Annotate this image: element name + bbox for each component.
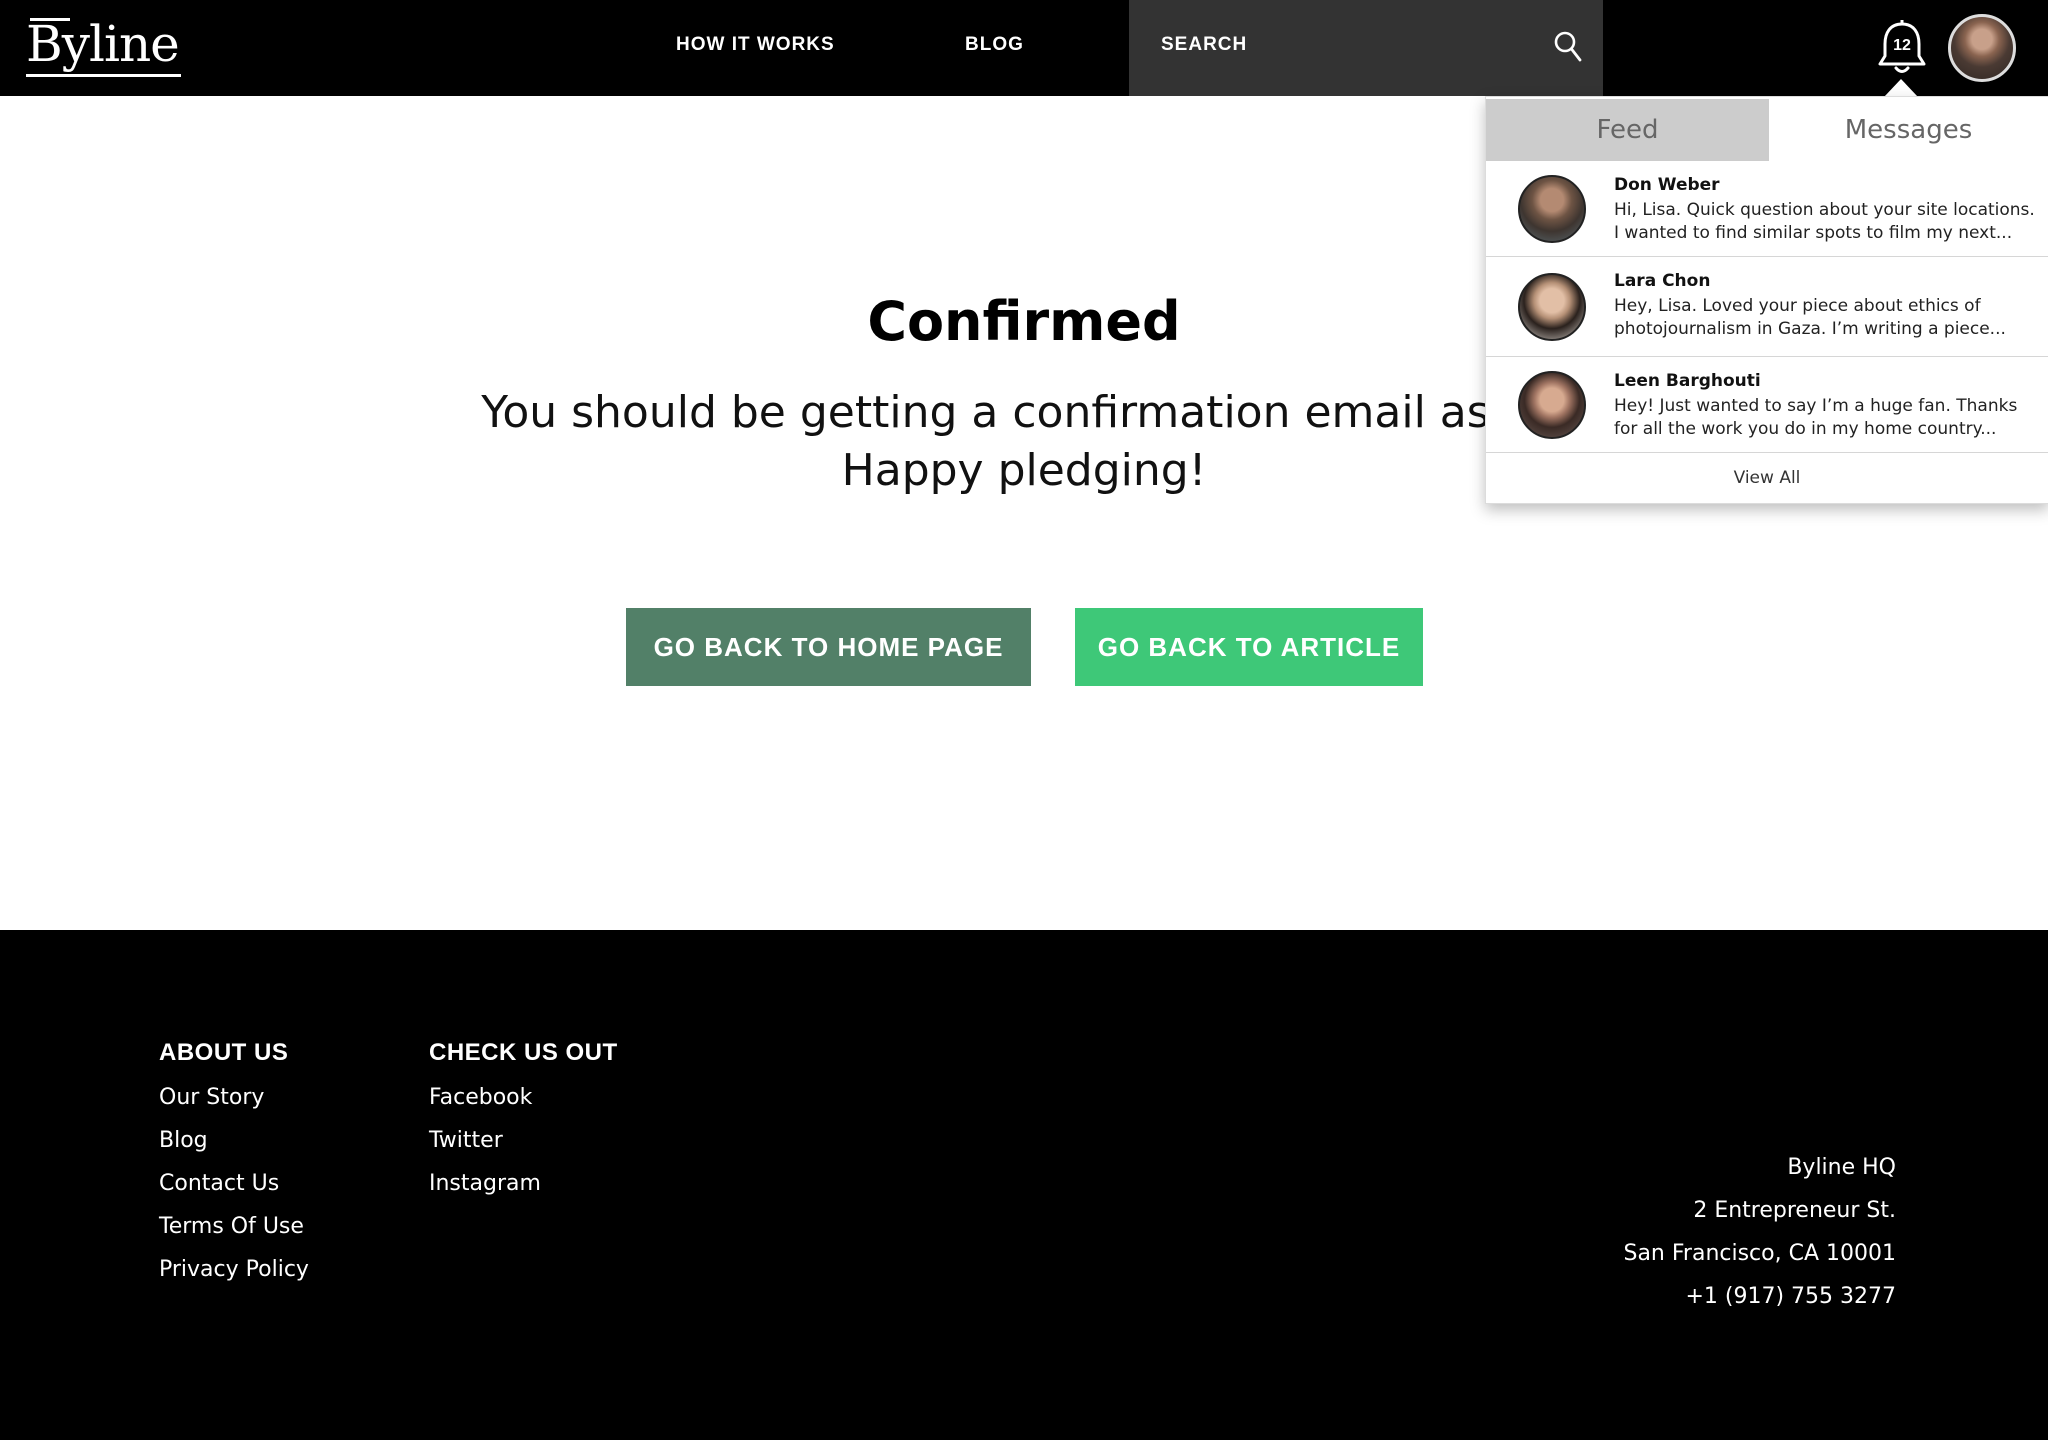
search-placeholder: SEARCH xyxy=(1161,34,1248,55)
message-preview: Hi, Lisa. Quick question about your site… xyxy=(1614,199,2035,245)
message-preview: Hey, Lisa. Loved your piece about ethics… xyxy=(1614,295,2034,341)
sender-avatar xyxy=(1518,371,1586,439)
footer-address: Byline HQ 2 Entrepreneur St. San Francis… xyxy=(1623,1146,1896,1318)
go-back-home-button[interactable]: GO BACK TO HOME PAGE xyxy=(626,608,1031,686)
confirmation-message-line1: You should be getting a confirmation ema… xyxy=(481,387,1567,438)
footer-link-instagram[interactable]: Instagram xyxy=(429,1162,618,1205)
footer-link-our-story[interactable]: Our Story xyxy=(159,1076,309,1119)
dropdown-tabs: Feed Messages xyxy=(1486,99,2048,161)
message-item[interactable]: Leen Barghouti Hey! Just wanted to say I… xyxy=(1486,357,2048,453)
footer-about-column: ABOUT US Our Story Blog Contact Us Terms… xyxy=(159,1030,309,1291)
message-preview-line: Hey, Lisa. Loved your piece about ethics… xyxy=(1614,296,1981,316)
message-preview: Hey! Just wanted to say I’m a huge fan. … xyxy=(1614,395,2034,441)
message-preview-line: photojournalism in Gaza. I’m writing a p… xyxy=(1614,319,2006,339)
nav-how-it-works[interactable]: HOW IT WORKS xyxy=(676,34,835,56)
message-item[interactable]: Don Weber Hi, Lisa. Quick question about… xyxy=(1486,161,2048,257)
phone-number: +1 (917) 755 3277 xyxy=(1685,1284,1896,1309)
message-preview-line: Hi, Lisa. Quick question about your site… xyxy=(1614,200,2035,220)
message-preview-line: I wanted to find similar spots to film m… xyxy=(1614,223,2013,243)
footer-link-twitter[interactable]: Twitter xyxy=(429,1119,618,1162)
byline-logo[interactable]: Byline xyxy=(26,14,181,77)
address-line: 2 Entrepreneur St. xyxy=(1693,1198,1896,1223)
footer-link-terms[interactable]: Terms Of Use xyxy=(159,1205,309,1248)
nav-blog[interactable]: BLOG xyxy=(965,34,1024,56)
confirmation-message-line2: Happy pledging! xyxy=(841,445,1207,496)
address-line: San Francisco, CA 10001 xyxy=(1623,1241,1896,1266)
notifications-dropdown: Feed Messages Don Weber Hi, Lisa. Quick … xyxy=(1485,96,2048,504)
dropdown-caret xyxy=(1884,79,1918,97)
footer-social-column: CHECK US OUT Facebook Twitter Instagram xyxy=(429,1030,618,1205)
footer-link-facebook[interactable]: Facebook xyxy=(429,1076,618,1119)
footer-link-contact-us[interactable]: Contact Us xyxy=(159,1162,309,1205)
top-nav-bar: Byline HOW IT WORKS BLOG SEARCH 12 xyxy=(0,0,2048,96)
user-avatar[interactable] xyxy=(1948,14,2016,82)
confirmation-message: You should be getting a confirmation ema… xyxy=(414,384,1634,500)
footer: ABOUT US Our Story Blog Contact Us Terms… xyxy=(0,930,2048,1440)
sender-name: Don Weber xyxy=(1614,175,1720,195)
notifications-button[interactable]: 12 xyxy=(1876,20,1928,78)
view-all-link[interactable]: View All xyxy=(1486,453,2048,503)
search-input[interactable]: SEARCH xyxy=(1129,0,1603,96)
search-icon[interactable] xyxy=(1553,30,1583,64)
sender-name: Leen Barghouti xyxy=(1614,371,1761,391)
message-preview-line: for all the work you do in my home count… xyxy=(1614,419,1997,439)
tab-feed[interactable]: Feed xyxy=(1486,99,1769,161)
go-back-article-button[interactable]: GO BACK TO ARTICLE xyxy=(1075,608,1423,686)
footer-heading-about: ABOUT US xyxy=(159,1039,289,1066)
sender-avatar xyxy=(1518,175,1586,243)
address-line: Byline HQ xyxy=(1787,1155,1896,1180)
footer-link-blog[interactable]: Blog xyxy=(159,1119,309,1162)
tab-messages[interactable]: Messages xyxy=(1769,99,2048,161)
footer-link-privacy[interactable]: Privacy Policy xyxy=(159,1248,309,1291)
footer-heading-check-us-out: CHECK US OUT xyxy=(429,1039,618,1066)
notification-count-badge: 12 xyxy=(1893,37,1911,54)
message-item[interactable]: Lara Chon Hey, Lisa. Loved your piece ab… xyxy=(1486,257,2048,357)
message-preview-line: Hey! Just wanted to say I’m a huge fan. … xyxy=(1614,396,2018,416)
sender-name: Lara Chon xyxy=(1614,271,1711,291)
sender-avatar xyxy=(1518,273,1586,341)
